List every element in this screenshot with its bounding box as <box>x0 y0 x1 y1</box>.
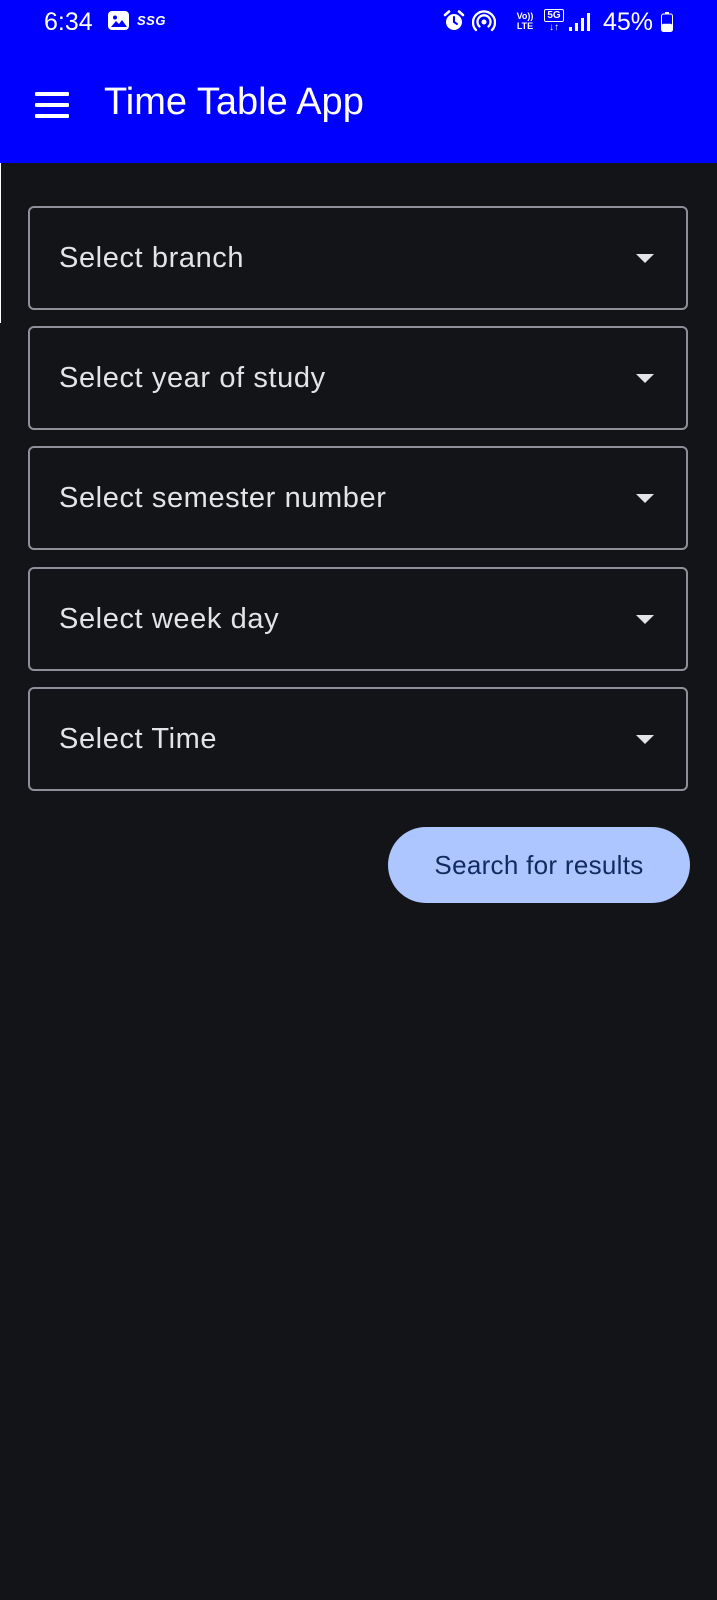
hamburger-menu-icon[interactable] <box>35 92 69 118</box>
carrier-tag: SSG <box>137 13 166 28</box>
status-time: 6:34 <box>44 8 93 36</box>
year-dropdown-label: Select year of study <box>59 362 326 394</box>
gallery-icon <box>108 11 129 30</box>
caret-down-icon <box>636 494 654 503</box>
week-day-dropdown[interactable]: Select week day <box>28 567 688 671</box>
app-title: Time Table App <box>104 81 364 123</box>
time-dropdown[interactable]: Select Time <box>28 687 688 791</box>
data-activity-arrows: ↓↑ <box>549 22 559 33</box>
branch-dropdown[interactable]: Select branch <box>28 206 688 310</box>
signal-icon <box>569 13 590 31</box>
branch-dropdown-label: Select branch <box>59 242 245 274</box>
battery-icon <box>661 12 673 32</box>
caret-down-icon <box>636 735 654 744</box>
network-type-text: 5G <box>544 9 564 22</box>
left-edge-divider <box>0 163 1 323</box>
caret-down-icon <box>636 615 654 624</box>
volte-top-text: Vo)) <box>516 11 534 21</box>
caret-down-icon <box>636 254 654 263</box>
volte-icon: Vo)) LTE <box>514 11 536 31</box>
caret-down-icon <box>636 374 654 383</box>
semester-dropdown-label: Select semester number <box>59 482 387 514</box>
volte-bottom-text: LTE <box>516 21 534 31</box>
5g-icon: 5G ↓↑ <box>544 9 564 33</box>
time-dropdown-label: Select Time <box>59 723 218 755</box>
semester-dropdown[interactable]: Select semester number <box>28 446 688 550</box>
week-day-dropdown-label: Select week day <box>59 603 280 635</box>
hotspot-icon <box>472 10 496 32</box>
year-of-study-dropdown[interactable]: Select year of study <box>28 326 688 430</box>
app-screen: 6:34 SSG Vo)) LTE 5G ↓↑ 45% Time Table A… <box>0 0 717 1600</box>
alarm-icon <box>443 10 465 30</box>
status-bar: 6:34 SSG Vo)) LTE 5G ↓↑ 45% <box>0 0 717 44</box>
app-bar: 6:34 SSG Vo)) LTE 5G ↓↑ 45% Time Table A… <box>0 0 717 163</box>
battery-percent: 45% <box>603 8 654 36</box>
search-for-results-button[interactable]: Search for results <box>388 827 690 903</box>
